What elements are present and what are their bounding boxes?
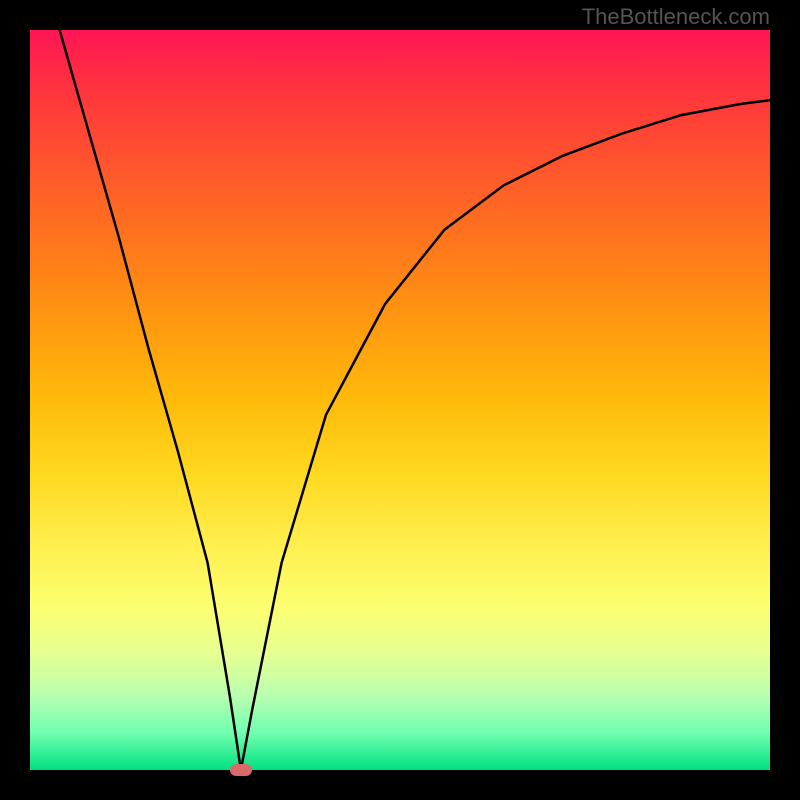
minimum-marker (230, 764, 252, 776)
chart-background-gradient (30, 30, 770, 770)
watermark-text: TheBottleneck.com (582, 4, 770, 30)
